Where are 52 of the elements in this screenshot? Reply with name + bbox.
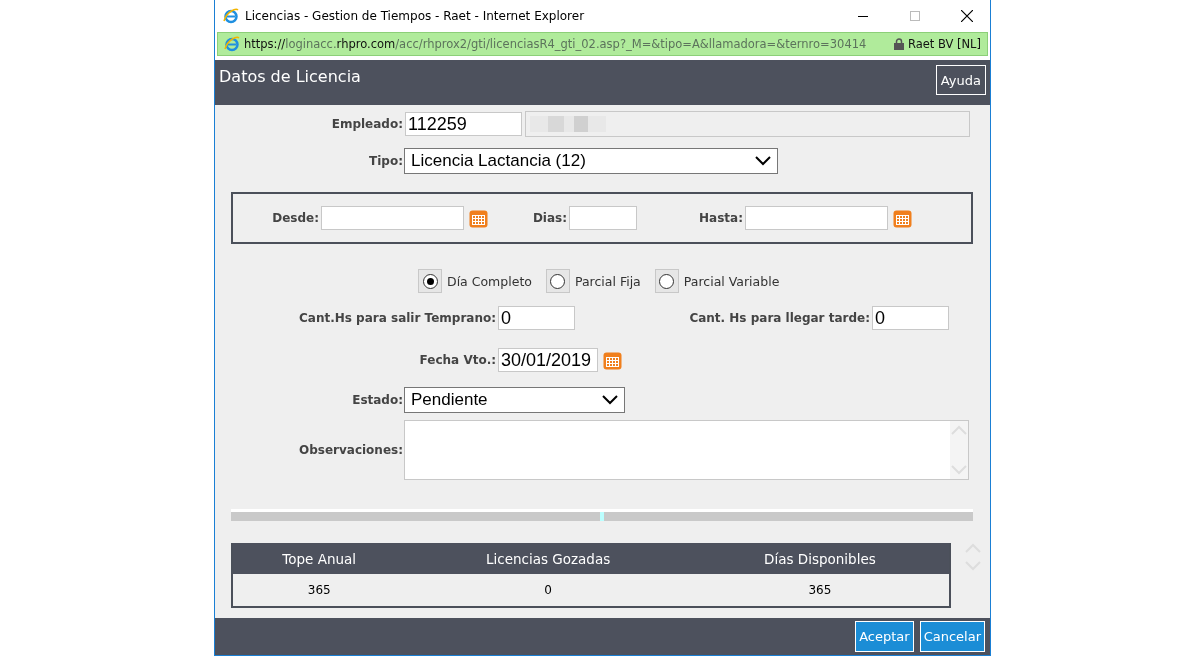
temprano-field[interactable]: 0	[498, 306, 575, 330]
table-cell: 365	[690, 574, 950, 607]
lock-icon	[893, 38, 904, 50]
tarde-field[interactable]: 0	[872, 306, 949, 330]
calendar-icon[interactable]	[893, 208, 912, 228]
tipo-select[interactable]: Licencia Lactancia (12)	[404, 148, 778, 174]
estado-select[interactable]: Pendiente	[404, 387, 625, 413]
table-cell: 365	[232, 574, 406, 607]
footer-button[interactable]: Aceptar	[855, 621, 914, 652]
column-header: Licencias Gozadas	[405, 543, 691, 574]
address-url[interactable]: https://loginacc.rhpro.com/acc/rhprox2/gti/licenciasR4_gti_02.asp?_M=&tipo=A&llamadora=&ternro=30414	[244, 37, 890, 51]
radio-button[interactable]	[422, 273, 438, 289]
browser-logo-icon	[224, 36, 240, 52]
chevron-down-icon	[755, 156, 771, 166]
radio-button[interactable]	[659, 273, 675, 289]
mode-radio-option[interactable]: Parcial Fija	[545, 269, 641, 293]
table-cell: 0	[405, 574, 691, 607]
field-label: Observaciones:	[298, 443, 403, 457]
fecha-vto-field[interactable]: 30/01/2019	[498, 348, 598, 372]
footer-button[interactable]: Cancelar	[919, 621, 985, 652]
hasta-field[interactable]	[745, 206, 888, 230]
field-label: Desde:	[271, 211, 319, 225]
calendar-icon[interactable]	[603, 350, 622, 370]
chevron-down-icon	[602, 395, 618, 405]
certificate-label[interactable]: Raet BV [NL]	[907, 37, 981, 51]
field-label: Hasta:	[698, 211, 743, 225]
browser-logo-icon	[223, 7, 239, 24]
radio-button[interactable]	[550, 273, 566, 289]
column-header: Tope Anual	[232, 543, 406, 574]
scroll-up-icon[interactable]	[951, 425, 967, 435]
scroll-down-icon[interactable]	[951, 465, 967, 475]
help-button[interactable]: Ayuda	[935, 65, 986, 95]
close-icon	[961, 9, 973, 22]
mode-radio-option[interactable]: Parcial Variable	[654, 269, 780, 293]
field-label: Cant.Hs para salir Temprano:	[298, 311, 496, 325]
field-label: Cant. Hs para llegar tarde:	[688, 311, 870, 325]
page-title: Datos de Licencia	[219, 67, 361, 86]
window-title: Licencias - Gestion de Tiempos - Raet - Internet Explorer	[245, 8, 586, 23]
desde-field[interactable]	[321, 206, 464, 230]
maximize-icon	[910, 10, 920, 21]
column-header: Días Disponibles	[690, 543, 950, 574]
field-label: Tipo:	[368, 154, 403, 168]
dias-field[interactable]	[569, 206, 637, 230]
field-label: Dias:	[531, 211, 567, 225]
mode-radio-option[interactable]: Día Completo	[418, 269, 532, 293]
observaciones-field[interactable]	[404, 420, 969, 480]
calendar-icon[interactable]	[469, 208, 488, 228]
field-label: Estado:	[351, 393, 403, 407]
employee-field[interactable]: 112259	[405, 112, 522, 136]
field-label: Fecha Vto.:	[418, 353, 496, 367]
splitter-bar[interactable]	[231, 509, 973, 521]
field-label: Empleado:	[330, 117, 403, 131]
